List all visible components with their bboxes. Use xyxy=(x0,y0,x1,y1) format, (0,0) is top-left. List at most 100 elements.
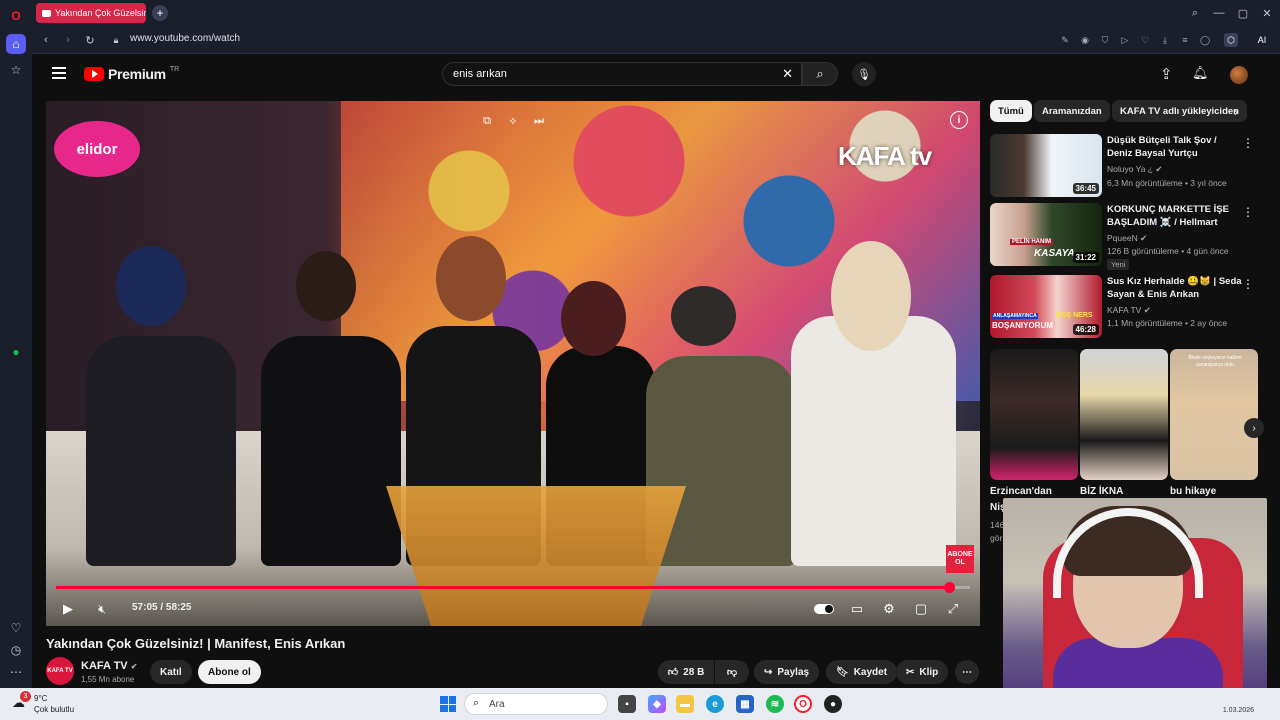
extensions-icon[interactable]: ⬡ xyxy=(1224,33,1238,47)
clip-button[interactable]: ✂ Klip xyxy=(896,660,949,684)
skip-icon[interactable]: ⏭︎ xyxy=(530,112,548,130)
autoplay-toggle[interactable] xyxy=(814,604,834,614)
short-thumbnail[interactable] xyxy=(1080,349,1168,480)
menu-icon[interactable] xyxy=(52,67,66,79)
recommendation-item[interactable]: ANLAŞAMAYINCA BOŞANIYORUM BOŞ NERS 46:28… xyxy=(990,275,1258,339)
search-input[interactable]: enis arıkan ✕ xyxy=(442,62,802,86)
miniplayer-icon[interactable]: ⧉ xyxy=(478,112,496,130)
voice-search-button[interactable]: 🎙︎ xyxy=(852,62,876,86)
new-tab-button[interactable]: + xyxy=(152,5,168,21)
forward-icon[interactable]: › xyxy=(60,32,76,48)
more-icon[interactable]: ⋯ xyxy=(6,662,26,682)
more-vert-icon[interactable]: ⋮ xyxy=(1242,136,1254,150)
recommendation-item[interactable]: 36:45 Düşük Bütçeli Talk Şov / Deniz Bay… xyxy=(990,134,1258,198)
recommendation-thumbnail[interactable]: ANLAŞAMAYINCA BOŞANIYORUM BOŞ NERS 46:28 xyxy=(990,275,1102,338)
menu-lines-icon[interactable]: ≡ xyxy=(1178,33,1192,47)
opera-taskbar-icon[interactable]: O xyxy=(794,695,812,713)
search-button[interactable]: ⌕ xyxy=(802,62,838,86)
chip-from-search[interactable]: Aramanızdan xyxy=(1034,100,1110,122)
fullscreen-icon[interactable]: ⤢ xyxy=(944,599,962,619)
recommendation-channel[interactable]: KAFA TV ✔ xyxy=(1107,305,1151,316)
tab-search-icon[interactable]: ⌕ xyxy=(1186,4,1204,22)
recommendation-thumbnail[interactable]: PELİN HANIM KASAYA 31:22 xyxy=(990,203,1102,266)
folder-icon[interactable]: ▬ xyxy=(676,695,694,713)
settings-gear-icon[interactable]: ⚙ xyxy=(880,599,898,619)
scrubber-handle[interactable] xyxy=(943,582,955,593)
more-vert-icon[interactable]: ⋮ xyxy=(1242,205,1254,219)
reload-icon[interactable]: ↻ xyxy=(82,32,98,48)
active-tab[interactable]: Yakından Çok Güzelsiniz! | xyxy=(36,3,146,23)
short-thumbnail[interactable] xyxy=(990,349,1078,480)
recommendation-title[interactable]: Sus Kız Herhalde 🤐😸 | Seda Sayan & Enis … xyxy=(1107,275,1242,301)
close-window-icon[interactable]: ✕ xyxy=(1258,4,1276,22)
subscribe-corner-badge[interactable]: ABONE OL xyxy=(946,545,974,573)
account-avatar[interactable] xyxy=(1230,66,1248,84)
join-button[interactable]: Katıl xyxy=(150,660,192,684)
minimize-icon[interactable]: — xyxy=(1210,4,1228,22)
taskbar-clock[interactable]: 1.03.2026 xyxy=(1223,707,1254,714)
pinboard-icon[interactable]: ☆ xyxy=(6,60,26,80)
short-title[interactable]: Erzincan'dan xyxy=(990,486,1052,497)
more-vert-icon[interactable]: ⋮ xyxy=(1242,277,1254,291)
play-button[interactable]: ▶ xyxy=(60,599,76,619)
spotify-icon[interactable]: ● xyxy=(6,342,26,362)
channel-avatar[interactable]: KAFA TV xyxy=(46,657,74,685)
back-icon[interactable]: ‹ xyxy=(38,32,54,48)
store-icon[interactable]: ▦ xyxy=(736,695,754,713)
shield-icon[interactable]: ⛉ xyxy=(1098,33,1112,47)
short-thumbnail[interactable]: Böyle söyleyince kalbim paramparça oldu xyxy=(1170,349,1258,480)
copilot-icon[interactable]: ◆ xyxy=(648,695,666,713)
chip-all[interactable]: Tümü xyxy=(990,100,1032,122)
download-icon[interactable]: ⤓ xyxy=(1158,33,1172,47)
home-icon[interactable]: ⌂ xyxy=(6,34,26,54)
spotify-taskbar-icon[interactable]: ≋ xyxy=(766,695,784,713)
mute-icon[interactable]: 🔇︎ xyxy=(92,599,112,619)
play-icon[interactable]: ▷ xyxy=(1118,33,1132,47)
favorites-icon[interactable]: ♡ xyxy=(1138,33,1152,47)
url-field[interactable]: www.youtube.com/watch xyxy=(130,33,240,44)
subtitles-icon[interactable]: ▭ xyxy=(848,599,866,619)
upload-icon[interactable]: ⇪ xyxy=(1160,65,1173,83)
maximize-icon[interactable]: ▢ xyxy=(1234,4,1252,22)
youtube-premium-logo[interactable]: Premium TR xyxy=(84,66,179,82)
progress-bar[interactable] xyxy=(56,582,970,593)
recommendation-channel[interactable]: Noluyo Ya ¿ ✔ xyxy=(1107,164,1163,175)
recommendation-thumbnail[interactable]: 36:45 xyxy=(990,134,1102,197)
info-icon[interactable]: i xyxy=(950,111,968,129)
clear-search-icon[interactable]: ✕ xyxy=(782,66,793,82)
history-icon[interactable]: ◷ xyxy=(6,640,26,660)
recommendation-item[interactable]: PELİN HANIM KASAYA 31:22 KORKUNÇ MARKETT… xyxy=(990,203,1258,270)
opera-logo-icon[interactable]: O xyxy=(6,6,26,26)
weather-description[interactable]: Çok bulutlu xyxy=(34,705,74,714)
channel-name[interactable]: KAFA TV ✔ xyxy=(81,660,137,672)
short-title[interactable]: BİZ İKNA xyxy=(1080,486,1123,497)
save-button[interactable]: 🔖︎ Kaydet xyxy=(826,660,898,684)
weather-temperature[interactable]: 9°C xyxy=(34,694,47,703)
theater-mode-icon[interactable]: ▢ xyxy=(912,599,930,619)
aria-ai-button[interactable]: AI xyxy=(1248,33,1276,47)
recommendation-title[interactable]: Düşük Bütçeli Talk Şov / Deniz Baysal Yu… xyxy=(1107,134,1242,160)
heart-icon[interactable]: ♡ xyxy=(6,618,26,638)
chip-from-uploader[interactable]: KAFA TV adlı yükleyiciden xyxy=(1112,100,1247,122)
windows-start-icon[interactable] xyxy=(440,696,456,712)
chevron-right-icon[interactable]: › xyxy=(1244,418,1264,438)
enhance-icon[interactable]: ✧ xyxy=(504,112,522,130)
recommendation-title[interactable]: KORKUNÇ MARKETTE İŞE BAŞLADIM ☠️ / Hellm… xyxy=(1107,203,1242,229)
more-actions-button[interactable]: ⋯ xyxy=(955,660,979,684)
like-button[interactable]: 👍︎ 28 B xyxy=(658,660,714,684)
profile-icon[interactable]: ◯ xyxy=(1198,33,1212,47)
recommendation-channel[interactable]: PqueeN ✔ xyxy=(1107,233,1147,244)
notifications-bell-icon[interactable]: 🔔︎ xyxy=(1192,65,1209,81)
taskbar-search-input[interactable]: ⌕ Ara xyxy=(464,693,608,715)
edit-icon[interactable]: ✎ xyxy=(1058,33,1072,47)
share-button[interactable]: ↪ Paylaş xyxy=(754,660,820,684)
short-title[interactable]: bu hikaye xyxy=(1170,486,1216,497)
chevron-right-icon[interactable]: › xyxy=(1234,105,1238,119)
camera-icon[interactable]: ◉ xyxy=(1078,33,1092,47)
video-player[interactable]: elidor KAFA tv ABONE OL ⧉ ✧ ⏭︎ i ▶ 🔇︎ 57… xyxy=(46,101,980,626)
file-manager-icon[interactable]: ▪ xyxy=(618,695,636,713)
edge-icon[interactable]: e xyxy=(706,695,724,713)
subscribe-button[interactable]: Abone ol xyxy=(198,660,261,684)
app-taskbar-icon[interactable]: ● xyxy=(824,695,842,713)
dislike-button[interactable]: 👎︎ xyxy=(715,660,749,684)
